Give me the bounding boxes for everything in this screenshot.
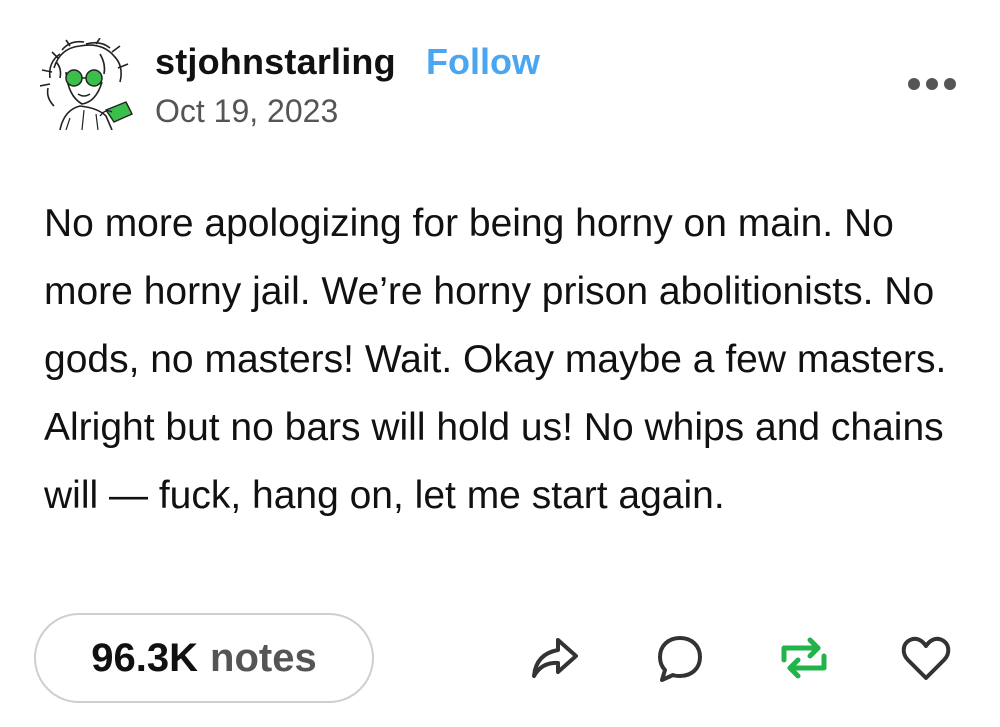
reply-icon (658, 636, 702, 682)
post-body: No more apologizing for being horny on m… (44, 202, 947, 517)
avatar-illustration-icon (39, 37, 133, 131)
avatar[interactable] (39, 37, 136, 131)
notes-count: 96.3K (91, 636, 199, 680)
reblog-button[interactable] (776, 630, 832, 686)
notes-label: notes (210, 636, 317, 680)
like-icon (901, 636, 951, 680)
reblog-icon (781, 637, 827, 679)
reply-button[interactable] (652, 630, 708, 686)
follow-button[interactable]: Follow (426, 40, 540, 84)
more-options-icon (908, 78, 956, 90)
share-icon (532, 638, 578, 678)
author-username[interactable]: stjohnstarling (155, 40, 396, 84)
share-button[interactable] (526, 630, 582, 686)
like-button[interactable] (898, 630, 954, 686)
more-options-button[interactable] (905, 70, 959, 98)
notes-button[interactable]: 96.3K notes (34, 613, 374, 703)
post-date: Oct 19, 2023 (155, 93, 339, 129)
